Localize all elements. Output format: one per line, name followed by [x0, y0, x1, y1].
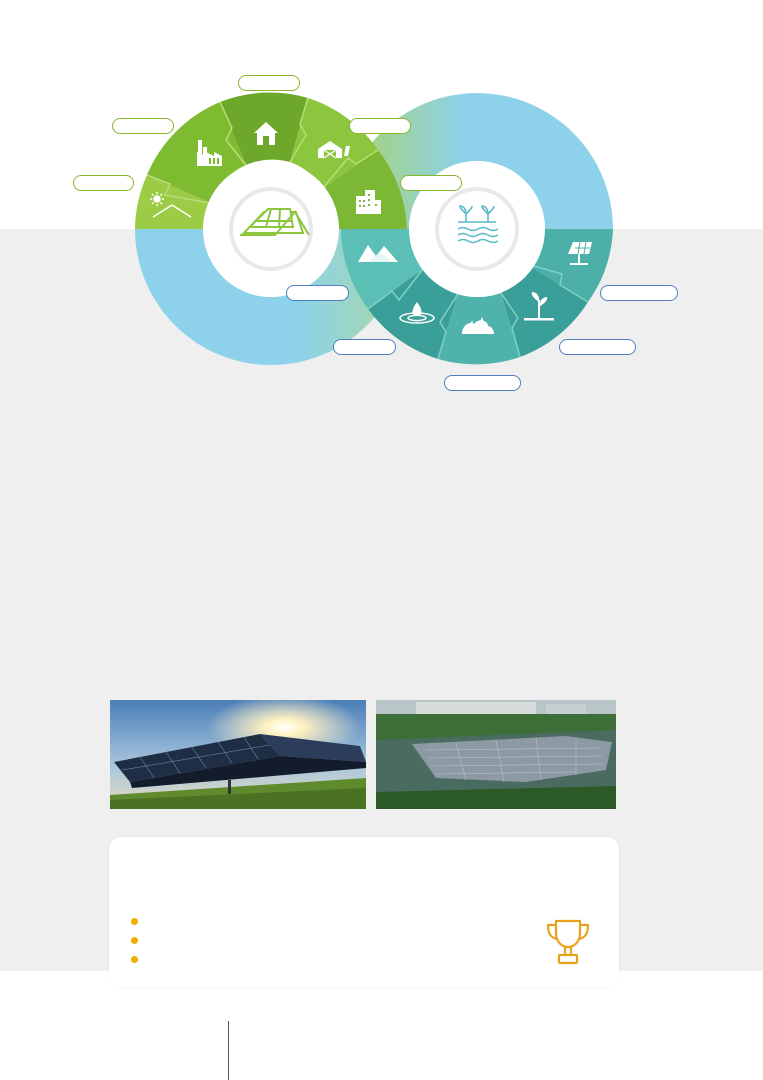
- label-pill-industrial: [112, 118, 174, 134]
- trophy-icon: [546, 919, 590, 965]
- list-item: [131, 933, 149, 952]
- card-bullet-list: [131, 914, 149, 971]
- label-pill-connector: [286, 285, 349, 301]
- left-center-disc: [229, 187, 313, 271]
- bullet-dot-icon: [131, 956, 138, 963]
- bullet-dot-icon: [131, 918, 138, 925]
- floating-solar-photo: [376, 700, 616, 809]
- solar-farm-photo: [110, 700, 366, 809]
- card-title: [131, 857, 531, 897]
- list-item: [131, 914, 149, 933]
- label-pill-water: [444, 375, 521, 391]
- bullet-dot-icon: [131, 937, 138, 944]
- label-pill-rooftop: [73, 175, 134, 191]
- list-item: [131, 952, 149, 971]
- highlight-card: [109, 837, 619, 987]
- footer-divider: [228, 1021, 229, 1080]
- label-pill-agricultural: [349, 118, 411, 134]
- label-pill-agri-pv: [600, 285, 678, 301]
- label-pill-mountain: [333, 339, 396, 355]
- label-pill-residential: [238, 75, 300, 91]
- label-pill-land: [559, 339, 636, 355]
- label-pill-commercial: [400, 175, 462, 191]
